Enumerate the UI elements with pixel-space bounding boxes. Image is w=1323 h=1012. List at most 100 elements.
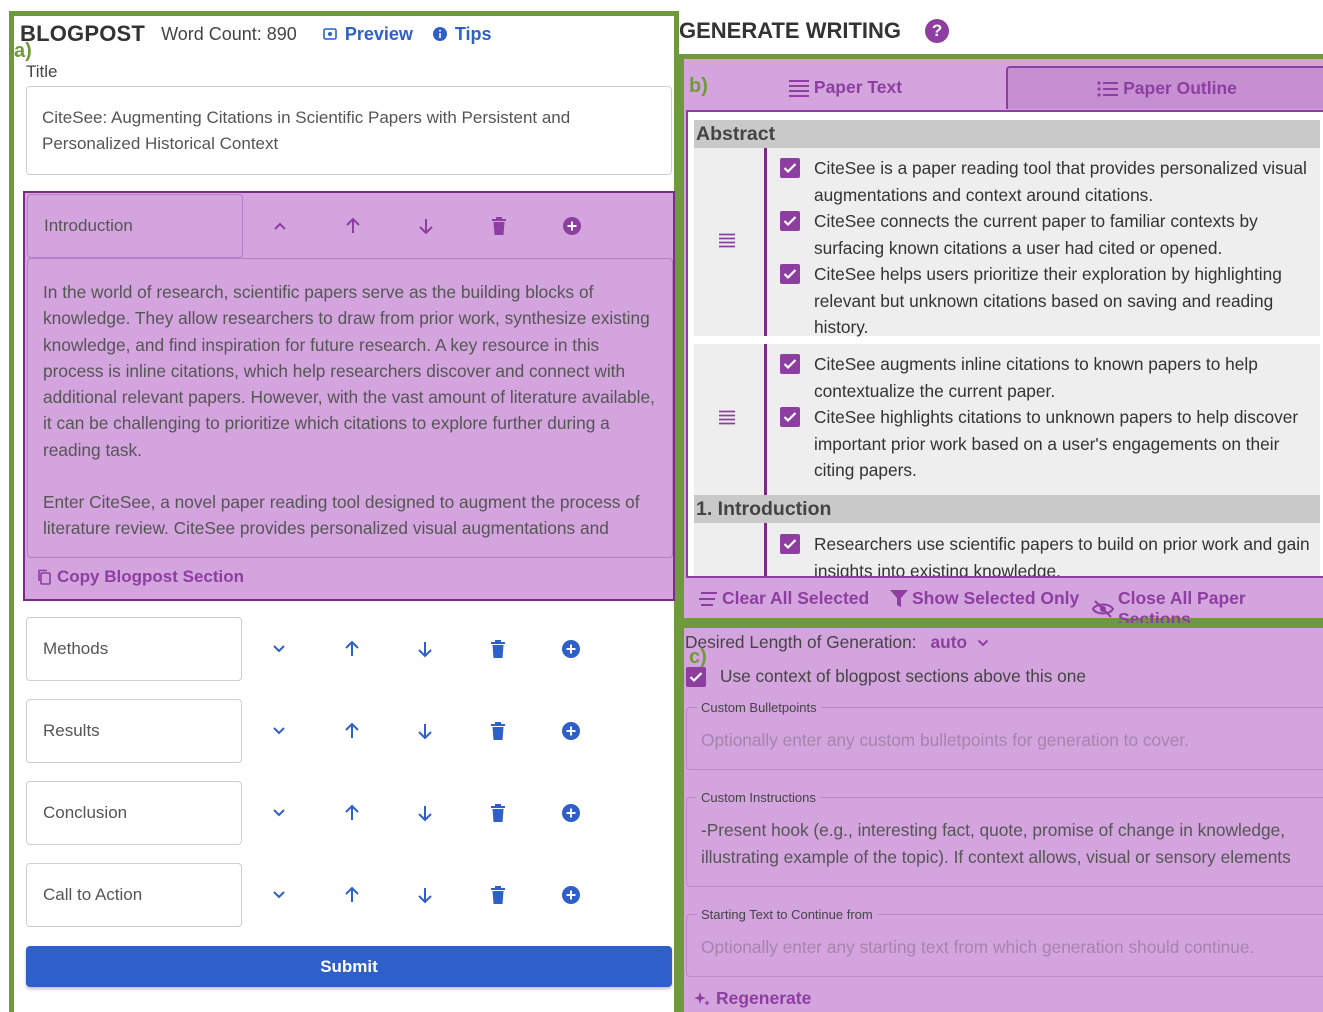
- generate-header: GENERATE WRITING ?: [679, 18, 950, 44]
- show-selected-label: Show Selected Only: [912, 588, 1080, 608]
- outline-item-text: CiteSee connects the current paper to fa…: [814, 211, 1258, 258]
- add-section-button[interactable]: [556, 634, 586, 664]
- section-controls: [264, 880, 586, 910]
- clear-selected-button[interactable]: Clear All Selected: [698, 588, 869, 609]
- move-up-button[interactable]: [338, 211, 368, 241]
- title-label: Title: [26, 62, 58, 81]
- expand-button[interactable]: [264, 880, 294, 910]
- delete-button[interactable]: [483, 716, 513, 746]
- outline-item[interactable]: Researchers use scientific papers to bui…: [780, 531, 1310, 576]
- outline-item[interactable]: CiteSee connects the current paper to fa…: [780, 208, 1310, 261]
- checkbox-checked[interactable]: [780, 158, 800, 178]
- word-count: Word Count: 890: [161, 23, 297, 44]
- move-down-button[interactable]: [410, 798, 440, 828]
- tab-paper-text-label: Paper Text: [813, 77, 903, 97]
- section-name-input[interactable]: Introduction: [27, 194, 243, 258]
- clear-list-icon: [699, 591, 717, 606]
- arrow-up-icon: [345, 886, 359, 902]
- section-name-input[interactable]: Call to Action: [26, 863, 242, 927]
- expand-button[interactable]: [264, 716, 294, 746]
- outline-item[interactable]: CiteSee augments inline citations to kno…: [780, 351, 1310, 404]
- section-name-input[interactable]: Conclusion: [26, 781, 242, 845]
- chevron-down-icon: [273, 891, 285, 899]
- section-controls: [264, 634, 586, 664]
- checkbox-checked[interactable]: [780, 534, 800, 554]
- custom-bulletpoints-field[interactable]: Custom Bulletpoints Optionally enter any…: [686, 700, 1323, 770]
- length-select[interactable]: auto: [931, 632, 989, 653]
- group-bar: [764, 524, 767, 576]
- move-up-button[interactable]: [337, 798, 367, 828]
- custom-instructions-field[interactable]: Custom Instructions -Present hook (e.g.,…: [686, 790, 1323, 887]
- move-up-button[interactable]: [337, 716, 367, 746]
- section-name-input[interactable]: Results: [26, 699, 242, 763]
- move-up-button[interactable]: [337, 634, 367, 664]
- context-checkbox[interactable]: [686, 666, 706, 687]
- outline-item-text: CiteSee helps users prioritize their exp…: [814, 264, 1282, 337]
- tab-paper-outline[interactable]: Paper Outline: [1006, 66, 1323, 109]
- submit-button[interactable]: Submit: [26, 946, 672, 987]
- move-down-button[interactable]: [411, 211, 441, 241]
- arrow-down-icon: [419, 219, 433, 235]
- add-section-button[interactable]: [556, 880, 586, 910]
- outline-item[interactable]: CiteSee helps users prioritize their exp…: [780, 261, 1310, 341]
- expand-button[interactable]: [264, 798, 294, 828]
- blogpost-section-introduction: Introduction In the world of research, s…: [23, 191, 675, 601]
- add-section-button[interactable]: [556, 716, 586, 746]
- move-down-button[interactable]: [410, 716, 440, 746]
- delete-button[interactable]: [483, 634, 513, 664]
- regenerate-button[interactable]: Regenerate: [694, 988, 811, 1009]
- delete-button[interactable]: [483, 880, 513, 910]
- add-section-button[interactable]: [556, 798, 586, 828]
- outline-item-text: CiteSee highlights citations to unknown …: [814, 407, 1299, 480]
- show-selected-button[interactable]: Show Selected Only: [890, 588, 1079, 609]
- help-icon[interactable]: ?: [925, 19, 950, 43]
- trash-icon: [491, 886, 505, 904]
- delete-button[interactable]: [483, 798, 513, 828]
- outline-heading-introduction: 1. Introduction: [694, 495, 1320, 523]
- lines-icon: [788, 79, 809, 97]
- plus-circle-icon: [562, 640, 580, 658]
- length-label: Desired Length of Generation:: [685, 632, 917, 652]
- custom-bulletpoints-legend: Custom Bulletpoints: [697, 700, 821, 715]
- title-input[interactable]: CiteSee: Augmenting Citations in Scienti…: [26, 86, 672, 175]
- outline-item[interactable]: CiteSee highlights citations to unknown …: [780, 404, 1310, 484]
- paragraph-icon[interactable]: [718, 233, 736, 249]
- copy-section-button[interactable]: Copy Blogpost Section: [37, 567, 244, 587]
- custom-bulletpoints-placeholder: Optionally enter any custom bulletpoints…: [701, 730, 1189, 750]
- section-name-input[interactable]: Methods: [26, 617, 242, 681]
- expand-button[interactable]: [264, 634, 294, 664]
- section-controls: [265, 211, 587, 241]
- move-down-button[interactable]: [410, 634, 440, 664]
- regenerate-label: Regenerate: [716, 988, 812, 1008]
- starting-text-field[interactable]: Starting Text to Continue from Optionall…: [686, 907, 1323, 977]
- trash-icon: [491, 722, 505, 740]
- arrow-up-icon: [346, 217, 360, 233]
- blogpost-title: BLOGPOST: [20, 21, 146, 46]
- add-section-button[interactable]: [557, 211, 587, 241]
- generate-title: GENERATE WRITING: [679, 18, 902, 43]
- checkbox-checked[interactable]: [780, 264, 800, 284]
- delete-button[interactable]: [484, 211, 514, 241]
- arrow-down-icon: [418, 642, 432, 658]
- section-controls: [264, 716, 586, 746]
- preview-button[interactable]: Preview: [323, 24, 413, 45]
- move-up-button[interactable]: [337, 880, 367, 910]
- move-down-button[interactable]: [410, 880, 440, 910]
- starting-text-legend: Starting Text to Continue from: [697, 907, 877, 922]
- outline-item[interactable]: CiteSee is a paper reading tool that pro…: [780, 155, 1310, 208]
- length-value: auto: [930, 632, 968, 652]
- eye-off-icon: [1092, 600, 1114, 618]
- tab-paper-text[interactable]: Paper Text: [684, 66, 1006, 109]
- paragraph-icon[interactable]: [718, 410, 736, 426]
- arrow-up-icon: [345, 722, 359, 738]
- tips-button[interactable]: Tips: [432, 24, 492, 45]
- paper-panel: Paper Text Paper Outline Abstract CiteSe…: [679, 54, 1323, 623]
- outline-heading-abstract: Abstract: [694, 120, 1320, 148]
- section-body-text[interactable]: In the world of research, scientific pap…: [27, 258, 673, 558]
- preview-label: Preview: [344, 23, 413, 44]
- collapse-button[interactable]: [265, 211, 295, 241]
- paper-outline: Abstract CiteSee is a paper reading tool…: [686, 110, 1323, 578]
- checkbox-checked[interactable]: [780, 407, 800, 427]
- checkbox-checked[interactable]: [780, 354, 800, 374]
- checkbox-checked[interactable]: [780, 211, 800, 231]
